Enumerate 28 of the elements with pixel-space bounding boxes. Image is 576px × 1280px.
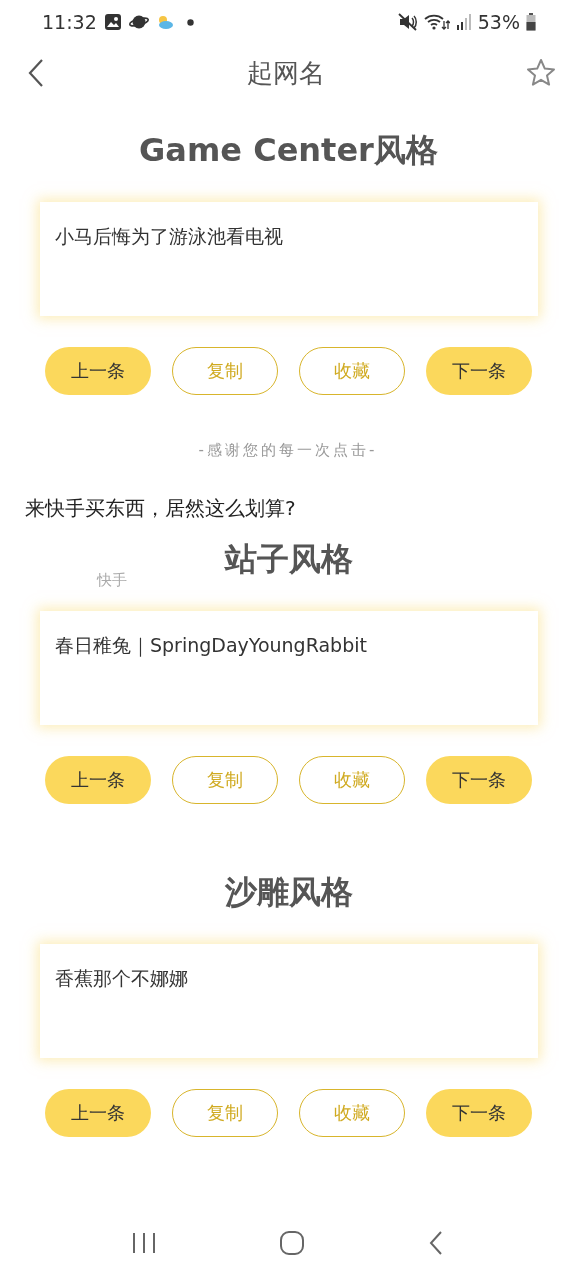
wifi-icon xyxy=(423,13,450,31)
name-card: 香蕉那个不娜娜 xyxy=(40,944,538,1058)
nav-button[interactable]: 下一条 xyxy=(426,1089,532,1137)
mute-icon xyxy=(397,13,418,31)
nav-button[interactable]: 下一条 xyxy=(426,756,532,804)
thanks-note: -感谢您的每一次点击- xyxy=(198,440,378,460)
home-button[interactable] xyxy=(279,1230,305,1256)
section-title: 沙雕风格 xyxy=(224,872,353,913)
recent-apps-button[interactable] xyxy=(131,1231,157,1255)
battery-icon xyxy=(526,13,536,31)
nav-button[interactable]: 上一条 xyxy=(45,347,151,395)
section-title: Game Center风格 xyxy=(139,130,438,171)
name-card: 小马后悔为了游泳池看电视 xyxy=(40,202,538,316)
notification-dot-icon xyxy=(186,18,194,26)
planet-icon xyxy=(128,14,149,30)
ad-source: 快手 xyxy=(97,571,128,590)
signal-icon xyxy=(455,13,472,31)
battery-percent: 53% xyxy=(477,11,520,33)
ad-headline[interactable]: 来快手买东西，居然这么划算? xyxy=(25,495,296,522)
page-title: 起网名 xyxy=(247,56,325,90)
nav-button[interactable]: 下一条 xyxy=(426,347,532,395)
status-time: 11:32 xyxy=(42,11,97,33)
back-button[interactable] xyxy=(427,1230,445,1256)
name-card: 春日稚兔｜SpringDayYoungRabbit xyxy=(40,611,538,725)
image-icon xyxy=(103,13,122,31)
nav-button[interactable]: 上一条 xyxy=(45,1089,151,1137)
nav-button[interactable]: 上一条 xyxy=(45,756,151,804)
section-title: 站子风格 xyxy=(224,539,353,580)
